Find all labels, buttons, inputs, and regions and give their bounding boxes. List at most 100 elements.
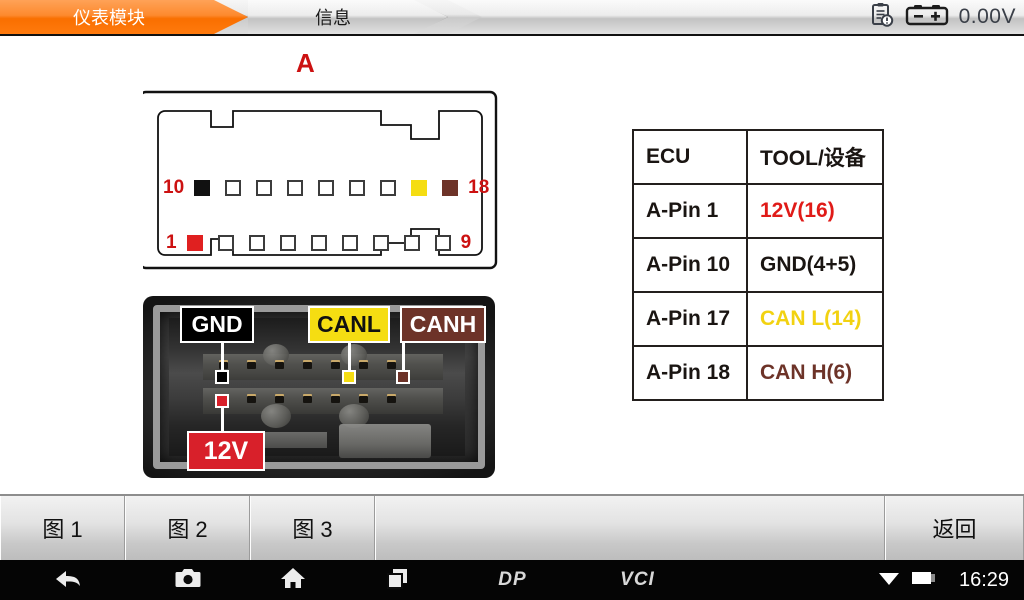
photo-hole-row-bottom [219,396,396,403]
pin-bottom-4 [279,235,296,251]
pin-top-8 [411,180,428,196]
pin-top-9 [442,180,459,196]
marker-dot-canl [342,370,356,384]
battery-voltage-value: 0.00V [958,5,1016,28]
connector-label: A [296,48,315,78]
table-cell-ecu: A-Pin 10 [632,237,748,293]
pin-bottom-7 [372,235,389,251]
tab-instrument-module[interactable]: 仪表模块 [0,0,248,34]
tab-information-label: 信息 [315,8,351,28]
photo-hole-row-top [219,362,396,369]
nav-screenshot-button[interactable] [135,567,240,594]
callout-canh: CANH [400,306,486,343]
button-figure-1[interactable]: 图 1 [0,496,125,560]
photo-hole [387,362,396,369]
photo-hole [331,362,340,369]
photo-hole [275,362,284,369]
pin-top-7 [380,180,397,196]
photo-hole [359,396,368,403]
table-cell-ecu: A-Pin 17 [632,291,748,347]
home-icon [280,566,306,595]
pin-top-6 [349,180,366,196]
camera-icon [175,567,201,594]
wifi-icon [878,569,900,592]
clock-time: 16:29 [958,568,1010,591]
recents-icon [385,566,411,595]
leader-line-12v [221,404,224,434]
pin-number-9: 9 [460,232,472,253]
button-figure-3[interactable]: 图 3 [250,496,375,560]
header-status-area: 0.00V [869,0,1016,34]
pin-bottom-1 [186,235,203,251]
android-navigation-bar: DP VCI 16:29 [0,560,1024,600]
wifi-status [874,569,904,592]
marker-dot-canh [396,370,410,384]
button-back[interactable]: 返回 [885,496,1024,560]
bottom-button-bar: 图 1 图 2 图 3 返回 [0,494,1024,560]
callout-12v: 12V [187,431,265,471]
nav-recents-button[interactable] [345,566,450,595]
pin-bottom-6 [341,235,358,251]
photo-hole [303,362,312,369]
pin-number-10: 10 [163,177,185,198]
pin-bottom-5 [310,235,327,251]
button-bar-spacer [375,496,885,560]
callout-gnd: GND [180,306,254,343]
photo-hole [331,396,340,403]
table-cell-tool: GND(4+5) [746,237,884,293]
connector-bottom-pin-row: 1 9 [166,232,471,254]
photo-hole [359,362,368,369]
nav-home-button[interactable] [240,566,345,595]
table-header-tool: TOOL/设备 [746,129,884,185]
clipboard-clock-icon[interactable] [869,2,895,33]
table-row: A-Pin 1 12V(16) [632,183,884,239]
table-cell-tool: 12V(16) [746,183,884,239]
nav-vci-button[interactable]: VCI [575,569,700,591]
connector-top-pin-row: 10 18 [163,177,489,199]
table-cell-ecu: A-Pin 18 [632,345,748,401]
app-root: 信息 仪表模块 0.00V A 10 18 1 9 GND CANL CANH … [0,0,1024,600]
pin-bottom-8 [403,235,420,251]
battery-icon [911,570,937,591]
pin-top-1 [194,180,211,196]
main-content: A 10 18 1 9 GND CANL CANH 12V ECU TOOL/设… [0,38,1024,490]
photo-boss-3 [261,404,291,428]
nav-dp-button[interactable]: DP [450,569,575,591]
vci-label: VCI [620,569,655,590]
pin-number-18: 18 [468,177,490,198]
table-cell-tool: CAN H(6) [746,345,884,401]
photo-hole [247,362,256,369]
tab-instrument-module-label: 仪表模块 [73,8,145,28]
table-header-ecu: ECU [632,129,748,185]
nav-back-button[interactable] [0,567,135,594]
photo-latch [339,424,431,458]
callout-canl: CANL [308,306,390,343]
battery-icon[interactable] [905,2,949,33]
photo-hole [247,396,256,403]
pin-bottom-3 [248,235,265,251]
pin-number-1: 1 [166,232,177,253]
table-header-row: ECU TOOL/设备 [632,129,884,185]
pin-top-4 [287,180,304,196]
button-figure-2[interactable]: 图 2 [125,496,250,560]
clock: 16:29 [944,569,1024,592]
back-arrow-icon [53,567,83,594]
photo-hole [387,396,396,403]
pin-bottom-9 [434,235,451,251]
app-header: 信息 仪表模块 0.00V [0,0,1024,36]
marker-dot-12v [215,394,229,408]
table-row: A-Pin 18 CAN H(6) [632,345,884,401]
photo-hole [275,396,284,403]
table-cell-ecu: A-Pin 1 [632,183,748,239]
table-row: A-Pin 10 GND(4+5) [632,237,884,293]
table-cell-tool: CAN L(14) [746,291,884,347]
tab-information[interactable]: 信息 [248,0,448,34]
marker-dot-gnd [215,370,229,384]
pin-mapping-table: ECU TOOL/设备 A-Pin 1 12V(16) A-Pin 10 GND… [632,129,884,401]
connector-photo: GND CANL CANH 12V [143,296,495,478]
pin-top-3 [256,180,273,196]
pin-top-5 [318,180,335,196]
pin-top-2 [225,180,242,196]
battery-status [904,570,944,591]
pin-bottom-2 [217,235,234,251]
